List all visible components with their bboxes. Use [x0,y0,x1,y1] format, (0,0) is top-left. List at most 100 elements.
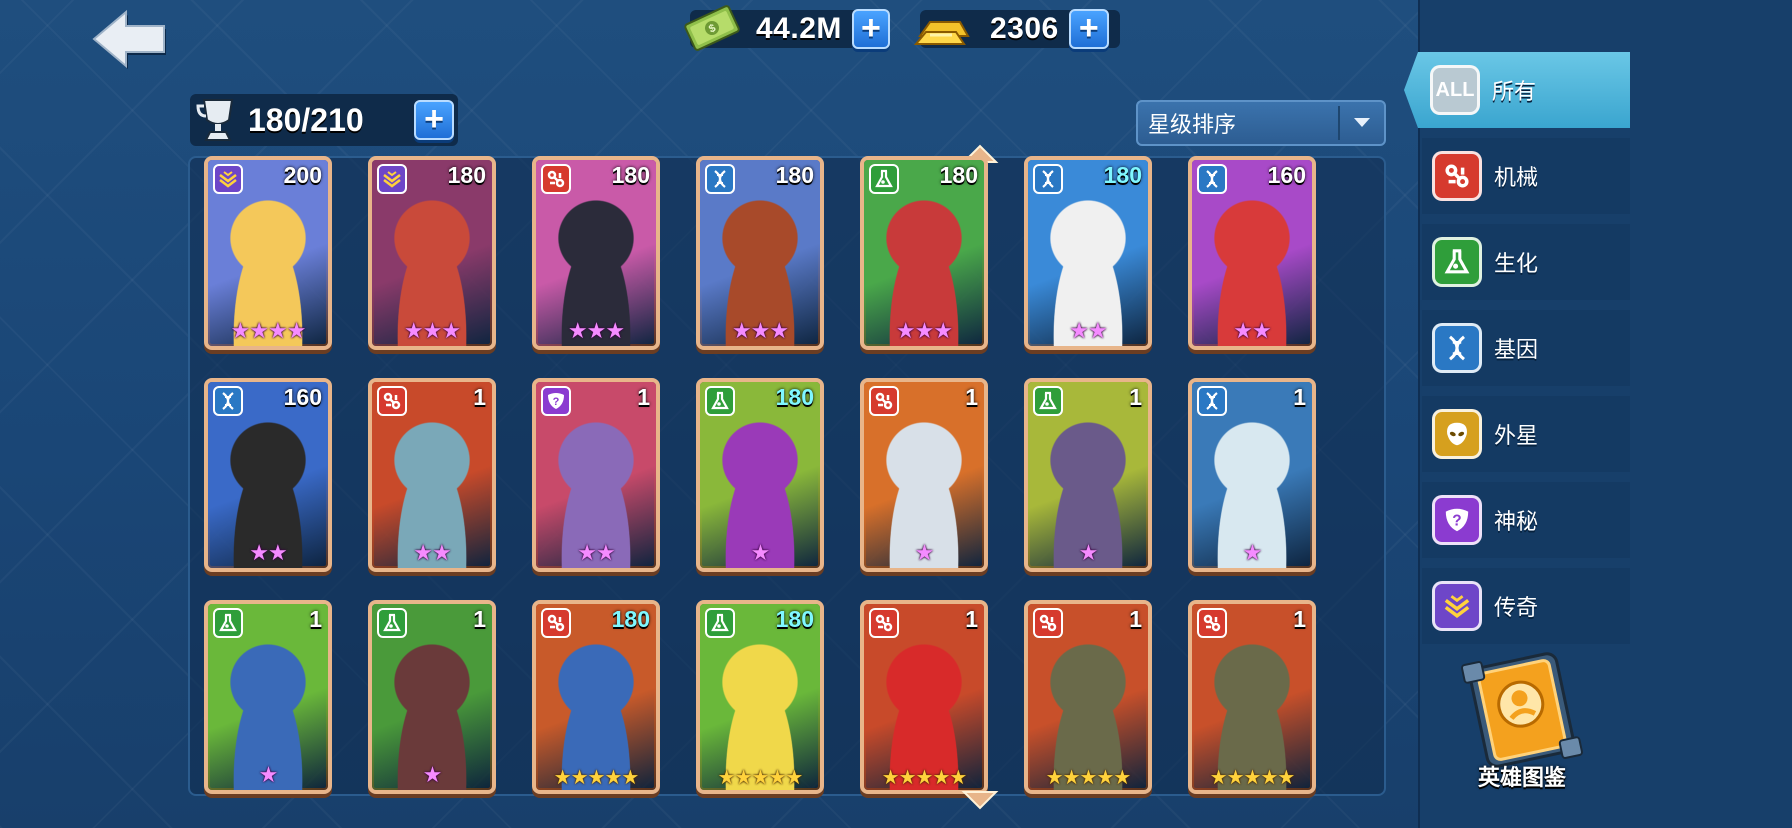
hero-stars: ★ [1078,541,1099,566]
hero-grid[interactable]: 200 ★★★★ 180 ★★★ 180 ★★★ 180 ★★★ 180 ★★★ 180 ★★ 160 ★… [188,144,1386,810]
svg-text:?: ? [1452,513,1461,530]
hero-card[interactable]: 1 ★ [860,378,988,572]
hero-card[interactable]: ? 1 ★★ [532,378,660,572]
gene-class-icon [1197,164,1227,194]
hero-card[interactable]: 1 ★★★★★ [860,600,988,794]
mech-class-icon [1197,608,1227,638]
hero-card[interactable]: 1 ★★★★★ [1024,600,1152,794]
hero-stars: ★ [258,763,279,788]
filter-bio[interactable]: 生化 [1422,224,1630,300]
codex-label: 英雄图鉴 [1477,766,1566,791]
hero-level: 1 [309,606,322,632]
hero-stars: ★ [750,541,771,566]
legend-icon [1432,581,1482,631]
capacity-value: 180/210 [248,101,364,138]
gold-counter: 2306 + [913,9,1120,49]
mech-class-icon [1033,608,1063,638]
bio-class-icon [705,386,735,416]
hero-level: 1 [473,384,486,410]
filter-label: 机械 [1494,166,1539,191]
hero-card[interactable]: 180 ★ [696,378,824,572]
hero-stars: ★★★★★ [1045,765,1132,789]
hero-stars: ★★★ [567,319,625,344]
hero-card[interactable]: 180 ★★★★★ [532,600,660,794]
back-arrow-icon [92,9,166,69]
filter-all[interactable]: ALL 所有 [1404,52,1630,128]
hero-capacity: 180/210 + [190,94,458,146]
hero-card[interactable]: 1 ★ [1024,378,1152,572]
hero-card[interactable]: 180 ★★★ [368,156,496,350]
gold-bar-icon [913,21,970,45]
hero-card[interactable]: 160 ★★ [204,378,332,572]
filter-mystery[interactable]: ? 神秘 [1422,482,1630,558]
hero-level: 200 [283,162,322,188]
bio-class-icon [213,608,243,638]
cash-icon: $ [684,5,740,51]
hero-card[interactable]: 1 ★★★★★ [1188,600,1316,794]
hero-stars: ★ [914,541,935,566]
filter-legend[interactable]: 传奇 [1422,568,1630,644]
hero-level: 180 [775,384,814,410]
sort-dropdown[interactable]: 星级排序 [1136,100,1386,146]
mech-icon [1432,151,1482,201]
gene-class-icon [213,386,243,416]
gene-class-icon [1033,164,1063,194]
filter-label: 生化 [1494,252,1539,277]
hero-card[interactable]: 1 ★ [368,600,496,794]
hero-stars: ★★★ [731,319,789,344]
codex-book-icon [1461,652,1583,768]
hero-level: 1 [473,606,486,632]
bio-class-icon [705,608,735,638]
hero-card[interactable]: 1 ★ [204,600,332,794]
hero-stars: ★ [1242,541,1263,566]
hero-level: 180 [775,162,814,188]
trophy-cup-icon [196,99,234,141]
hero-level: 160 [1267,162,1306,188]
alien-icon [1432,409,1482,459]
hero-card[interactable]: 180 ★★★ [696,156,824,350]
hero-card[interactable]: 180 ★★★ [532,156,660,350]
hero-card[interactable]: 180 ★★ [1024,156,1152,350]
gene-class-icon [1197,386,1227,416]
add-gold-button[interactable]: + [1068,9,1109,49]
filter-alien[interactable]: 外星 [1422,396,1630,472]
hero-card[interactable]: 180 ★★★★★ [696,600,824,794]
filter-label: 基因 [1494,338,1539,363]
hero-stars: ★★ [1069,319,1107,344]
hero-card[interactable]: 180 ★★★ [860,156,988,350]
add-cash-button[interactable]: + [851,9,890,49]
dna-icon [1432,323,1482,373]
hero-card[interactable]: 200 ★★★★ [204,156,332,350]
filter-mech[interactable]: 机械 [1422,138,1630,214]
hero-level: 180 [611,606,650,632]
hero-stars: ★★★★★ [881,765,968,789]
mech-class-icon [869,608,899,638]
hero-card[interactable]: 1 ★★ [368,378,496,572]
sort-label: 星级排序 [1148,113,1237,138]
hero-level: 1 [1293,606,1306,632]
back-button[interactable] [90,8,170,70]
hero-card[interactable]: 160 ★★ [1188,156,1316,350]
filter-gene[interactable]: 基因 [1422,310,1630,386]
hero-level: 160 [283,384,322,410]
hero-level: 1 [637,384,650,410]
hero-stars: ★★★★ [230,319,307,344]
hero-codex-button[interactable]: 英雄图鉴 [1448,650,1596,800]
svg-text:?: ? [553,396,560,408]
flask-icon [1432,237,1482,287]
mech-class-icon [377,386,407,416]
hero-stars: ★★ [249,541,287,566]
hero-level: 180 [775,606,814,632]
legend-class-icon [213,164,243,194]
hero-level: 1 [965,384,978,410]
all-icon: ALL [1430,65,1480,115]
cash-counter: $ 44.2M + [684,5,890,51]
expand-capacity-button[interactable]: + [414,100,454,140]
hero-level: 180 [939,162,978,188]
hero-stars: ★ [422,763,443,788]
hero-card[interactable]: 1 ★ [1188,378,1316,572]
hero-stars: ★★ [413,541,451,566]
hero-stars: ★★ [1233,319,1271,344]
chevron-down-icon [1340,117,1384,129]
scroll-down-icon [961,791,999,810]
